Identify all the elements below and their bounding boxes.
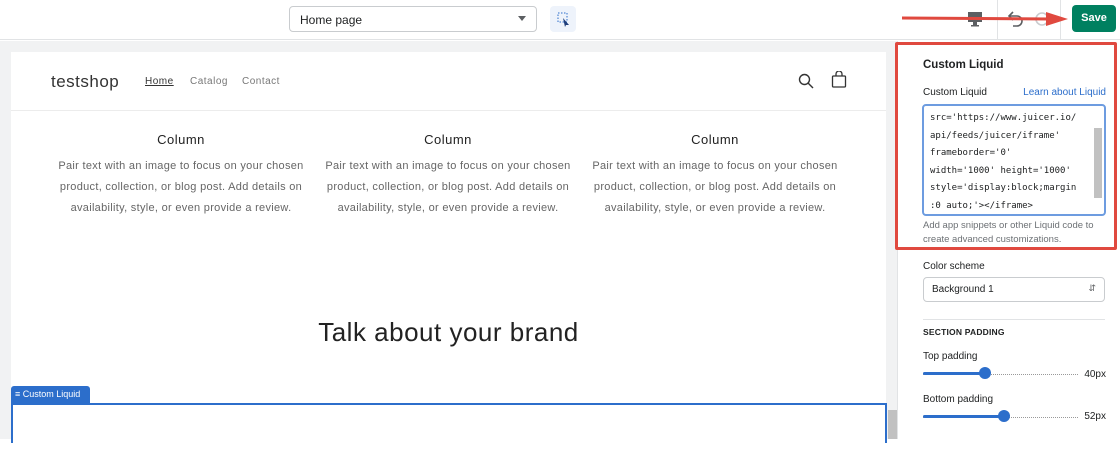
brand-heading: Talk about your brand bbox=[318, 317, 579, 347]
preview-area: testshop Home Catalog Contact Column Pair… bbox=[0, 41, 897, 452]
nav-home[interactable]: Home bbox=[145, 76, 174, 87]
updown-icon: ⇵ bbox=[1088, 283, 1096, 293]
nav-catalog[interactable]: Catalog bbox=[190, 76, 228, 87]
column-title: Column bbox=[691, 132, 739, 147]
top-padding-slider[interactable] bbox=[923, 367, 1078, 379]
divider bbox=[923, 319, 1105, 320]
page-select[interactable]: Home page bbox=[289, 6, 537, 32]
color-scheme-label: Color scheme bbox=[923, 261, 985, 272]
column-3: Column Pair text with an image to focus o… bbox=[590, 132, 840, 219]
column-title: Column bbox=[157, 132, 205, 147]
color-scheme-value: Background 1 bbox=[932, 284, 994, 295]
column-text: Pair text with an image to focus on your… bbox=[592, 160, 838, 214]
nav-contact[interactable]: Contact bbox=[242, 76, 280, 87]
column-2: Column Pair text with an image to focus o… bbox=[323, 132, 573, 219]
caret-down-icon bbox=[518, 16, 526, 21]
column-1: Column Pair text with an image to focus o… bbox=[56, 132, 306, 219]
select-pointer-icon bbox=[557, 12, 569, 27]
column-text: Pair text with an image to focus on your… bbox=[58, 160, 304, 214]
section-tag-label: Custom Liquid bbox=[22, 389, 81, 399]
slider-knob[interactable] bbox=[997, 410, 1010, 422]
annotation-highlight-box bbox=[895, 42, 1117, 250]
store-page: testshop Home Catalog Contact Column Pair… bbox=[11, 52, 886, 452]
bottom-padding-label: Bottom padding bbox=[923, 394, 994, 405]
top-padding-label: Top padding bbox=[923, 351, 978, 362]
top-padding-value: 40px bbox=[1084, 369, 1106, 380]
store-logo[interactable]: testshop bbox=[51, 72, 119, 92]
cart-icon[interactable] bbox=[831, 71, 847, 89]
drag-handle-icon: ≡ bbox=[15, 389, 23, 399]
save-button[interactable]: Save bbox=[1072, 5, 1116, 32]
store-header: testshop Home Catalog Contact bbox=[11, 52, 886, 111]
bottom-padding-value: 52px bbox=[1084, 411, 1106, 422]
color-scheme-select[interactable]: Background 1 ⇵ bbox=[923, 277, 1105, 302]
inspector-toggle-button[interactable] bbox=[550, 6, 576, 32]
selected-section-outline[interactable] bbox=[11, 403, 887, 443]
column-text: Pair text with an image to focus on your… bbox=[325, 160, 571, 214]
slider-knob[interactable] bbox=[979, 367, 991, 379]
column-title: Column bbox=[424, 132, 472, 147]
page-select-value: Home page bbox=[300, 13, 363, 27]
annotation-arrow bbox=[901, 12, 1068, 26]
search-icon[interactable] bbox=[798, 73, 814, 89]
preview-scrollbar[interactable] bbox=[888, 410, 897, 439]
top-bar: Home page Save bbox=[0, 0, 1120, 40]
section-padding-heading: SECTION PADDING bbox=[923, 327, 1005, 337]
bottom-padding-slider[interactable] bbox=[923, 410, 1078, 422]
section-tag[interactable]: ≡ Custom Liquid bbox=[11, 386, 90, 403]
